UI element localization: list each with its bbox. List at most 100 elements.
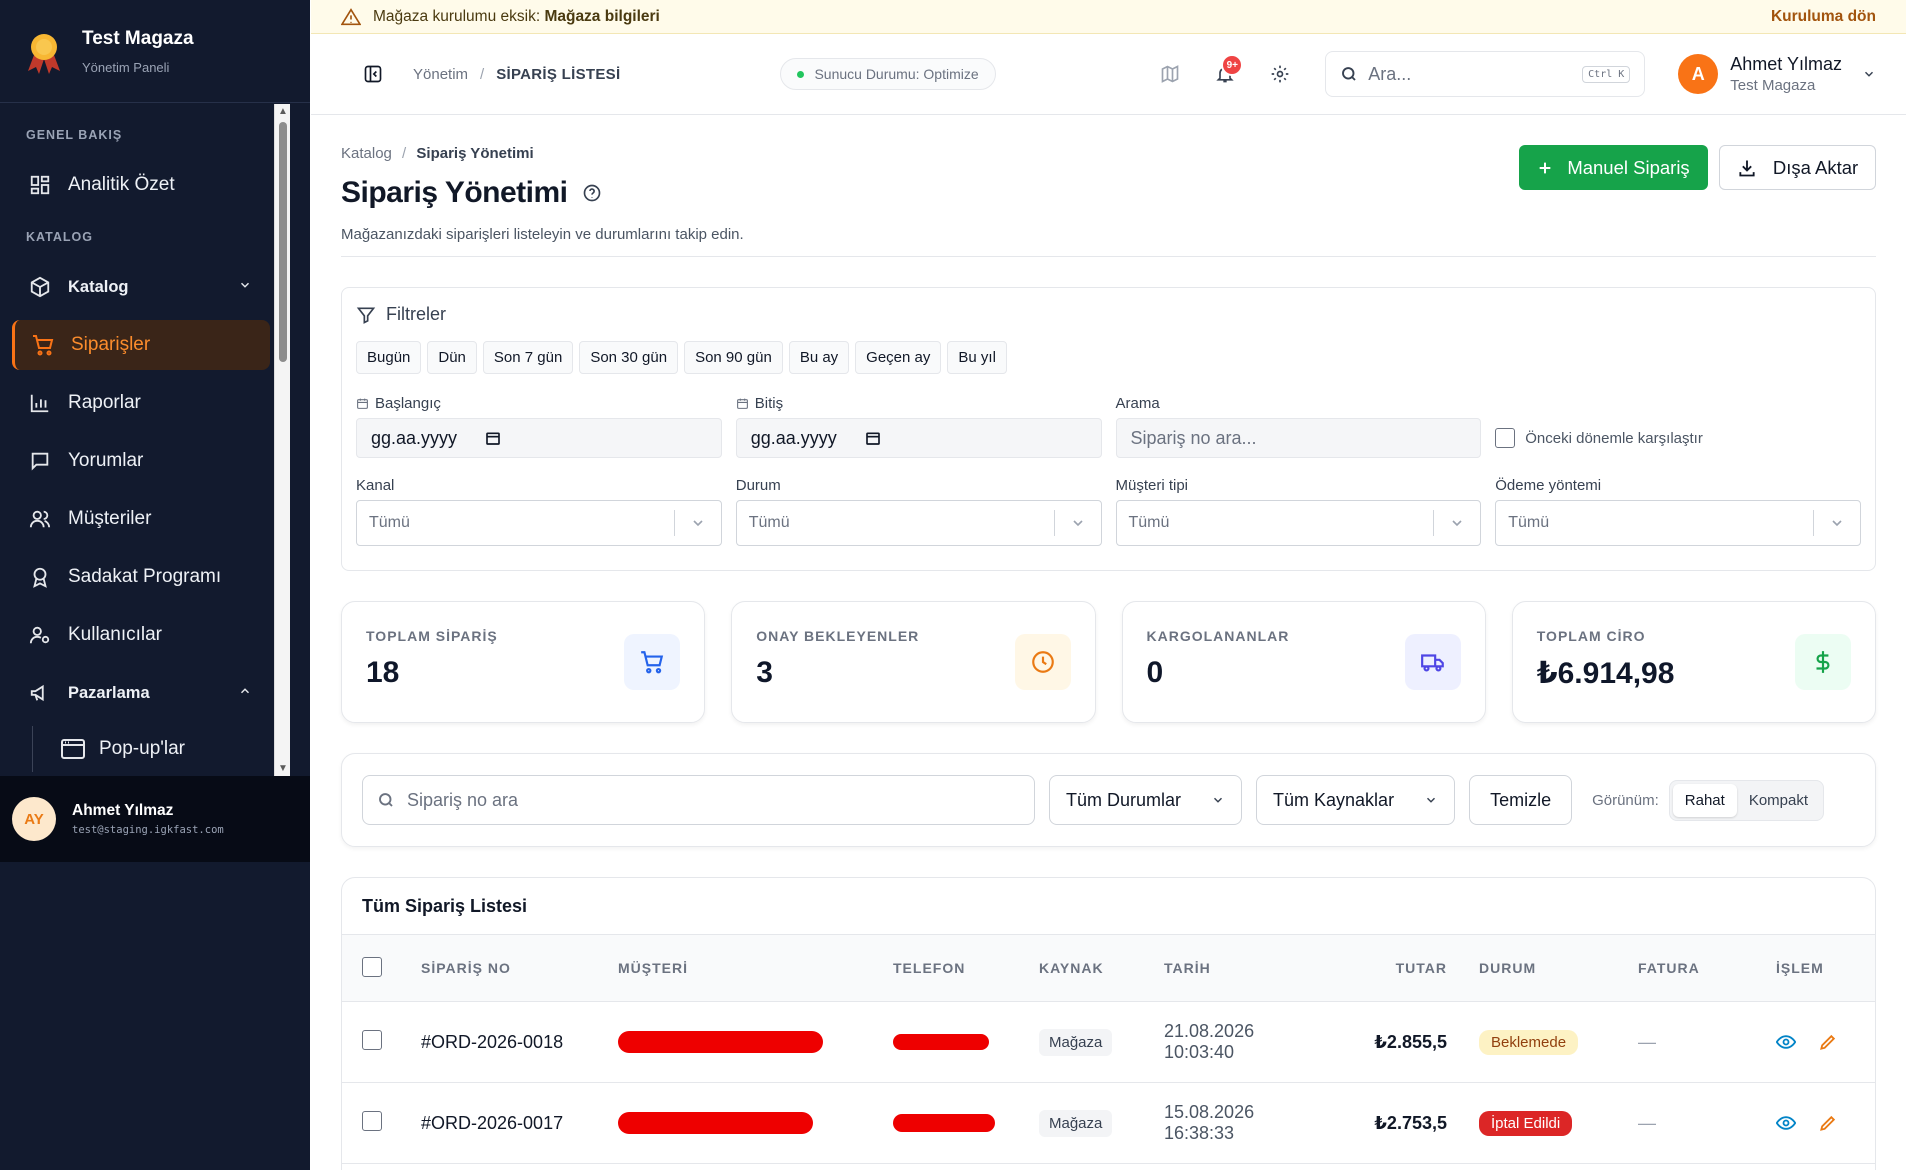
customer-type-select[interactable]: Tümü bbox=[1115, 500, 1482, 546]
sidebar-item-label: Siparişler bbox=[71, 334, 151, 355]
clock-icon bbox=[1014, 634, 1071, 690]
calendar-icon bbox=[356, 397, 369, 410]
plus-icon bbox=[1537, 160, 1553, 176]
dashboard-icon bbox=[26, 171, 54, 199]
orders-search-input[interactable]: Sipariş no ara bbox=[362, 775, 1035, 825]
sidebar-item-catalog[interactable]: Katalog bbox=[12, 262, 270, 312]
sidebar-toggle-icon[interactable] bbox=[363, 64, 383, 84]
sidebar-item-marketing[interactable]: Pazarlama bbox=[12, 668, 270, 718]
status-select[interactable]: Tümü bbox=[735, 500, 1102, 546]
payment-select[interactable]: Tümü bbox=[1495, 500, 1861, 546]
column-header[interactable]: TELEFON bbox=[893, 960, 1039, 976]
sidebar-item-analytics[interactable]: Analitik Özet bbox=[12, 160, 270, 210]
source-filter-dropdown[interactable]: Tüm Kaynaklar bbox=[1256, 775, 1456, 825]
profile-menu[interactable]: A Ahmet Yılmaz Test Magaza bbox=[1678, 54, 1876, 94]
page-title: Sipariş Yönetimi bbox=[341, 176, 568, 209]
global-search-input[interactable]: Ara... Ctrl K bbox=[1325, 51, 1646, 97]
sidebar-item-reviews[interactable]: Yorumlar bbox=[12, 436, 270, 486]
map-button[interactable] bbox=[1150, 54, 1190, 94]
table-row[interactable]: #ORD-2026-0017 Mağaza 15.08.2026 16:38:3… bbox=[342, 1083, 1875, 1164]
calendar-picker-icon[interactable] bbox=[865, 430, 881, 446]
sidebar-item-users[interactable]: Kullanıcılar bbox=[12, 610, 270, 660]
range-chip-yesterday[interactable]: Dün bbox=[427, 341, 477, 374]
eye-icon[interactable] bbox=[1776, 1032, 1796, 1052]
column-header[interactable]: SİPARİŞ NO bbox=[421, 960, 618, 976]
column-header[interactable]: KAYNAK bbox=[1039, 960, 1164, 976]
setup-banner: Mağaza kurulumu eksik: Mağaza bilgileri … bbox=[311, 0, 1906, 34]
notifications-button[interactable]: 9+ bbox=[1205, 54, 1245, 94]
range-chip-30d[interactable]: Son 30 gün bbox=[579, 341, 679, 374]
export-button[interactable]: Dışa Aktar bbox=[1719, 145, 1876, 190]
column-header[interactable]: TARİH bbox=[1164, 960, 1326, 976]
return-setup-link[interactable]: Kuruluma dön bbox=[1771, 8, 1876, 26]
table-row[interactable]: #ORD-2026-0018 Mağaza 21.08.2026 10:03:4… bbox=[342, 1002, 1875, 1083]
breadcrumb-root[interactable]: Yönetim bbox=[413, 66, 468, 83]
range-chip-this-year[interactable]: Bu yıl bbox=[947, 341, 1007, 374]
clear-filters-button[interactable]: Temizle bbox=[1469, 775, 1573, 825]
order-id[interactable]: #ORD-2026-0017 bbox=[421, 1113, 618, 1134]
order-search-field[interactable]: Sipariş no ara... bbox=[1115, 418, 1482, 458]
column-header[interactable]: TUTAR bbox=[1326, 960, 1479, 976]
range-chip-90d[interactable]: Son 90 gün bbox=[684, 341, 783, 374]
settings-button[interactable] bbox=[1260, 54, 1300, 94]
eye-icon[interactable] bbox=[1776, 1113, 1796, 1133]
range-chip-this-month[interactable]: Bu ay bbox=[788, 341, 850, 374]
search-placeholder: Ara... bbox=[1368, 63, 1412, 84]
sidebar-item-label: Müşteriler bbox=[68, 508, 152, 529]
page-breadcrumb-root[interactable]: Katalog bbox=[341, 145, 392, 162]
column-header: İŞLEM bbox=[1776, 960, 1824, 976]
column-header[interactable]: DURUM bbox=[1479, 960, 1638, 976]
sidebar-user[interactable]: AY Ahmet Yılmaz test@staging.igkfast.com bbox=[0, 776, 310, 862]
brand-subtitle: Yönetim Paneli bbox=[82, 59, 170, 75]
order-total: ₺2.753,5 bbox=[1374, 1112, 1447, 1133]
order-id[interactable]: #ORD-2026-0018 bbox=[421, 1032, 618, 1053]
range-chip-today[interactable]: Bugün bbox=[356, 341, 422, 374]
page-header: Katalog / Sipariş Yönetimi Sipariş Yönet… bbox=[341, 145, 1876, 257]
calendar-icon bbox=[736, 397, 749, 410]
column-header[interactable]: MÜŞTERİ bbox=[618, 960, 893, 976]
view-mode-toggle: Rahat Kompakt bbox=[1668, 779, 1825, 821]
manual-order-button[interactable]: Manuel Sipariş bbox=[1519, 145, 1708, 190]
select-all-checkbox[interactable] bbox=[362, 956, 382, 977]
sidebar-item-reports[interactable]: Raporlar bbox=[12, 378, 270, 428]
sidebar-item-customers[interactable]: Müşteriler bbox=[12, 494, 270, 544]
row-checkbox[interactable] bbox=[362, 1110, 382, 1131]
channel-select[interactable]: Tümü bbox=[356, 500, 722, 546]
channel-label: Kanal bbox=[356, 476, 395, 494]
export-label: Dışa Aktar bbox=[1772, 156, 1859, 178]
sidebar-item-label: Raporlar bbox=[68, 392, 141, 413]
row-checkbox[interactable] bbox=[362, 1029, 382, 1050]
pencil-icon[interactable] bbox=[1818, 1113, 1838, 1133]
sidebar-item-loyalty[interactable]: Sadakat Programı bbox=[12, 552, 270, 602]
search-icon bbox=[1340, 65, 1358, 83]
range-chip-last-month[interactable]: Geçen ay bbox=[855, 341, 942, 374]
compare-checkbox[interactable] bbox=[1495, 428, 1516, 448]
source-filter-value: Tüm Kaynaklar bbox=[1273, 789, 1395, 810]
filters-title-text: Filtreler bbox=[386, 304, 447, 324]
sidebar-scrollbar[interactable]: ▲ ▼ bbox=[274, 104, 290, 776]
start-date-field[interactable]: gg.aa.yyyy bbox=[356, 418, 722, 458]
end-date-field[interactable]: gg.aa.yyyy bbox=[735, 418, 1102, 458]
banner-link[interactable]: Mağaza bilgileri bbox=[544, 8, 659, 26]
end-date-label-text: Bitiş bbox=[754, 394, 784, 412]
brand[interactable]: Test Magaza Yönetim Paneli bbox=[0, 0, 310, 103]
payment-value: Tümü bbox=[1508, 514, 1550, 531]
sidebar-item-label: Pop-up'lar bbox=[99, 738, 186, 759]
sidebar-subitem-popups[interactable]: Pop-up'lar bbox=[32, 726, 310, 772]
scrollbar-thumb[interactable] bbox=[279, 122, 287, 362]
status-filter-dropdown[interactable]: Tüm Durumlar bbox=[1049, 775, 1243, 825]
view-option-comfortable[interactable]: Rahat bbox=[1672, 783, 1737, 817]
sidebar-item-orders[interactable]: Siparişler bbox=[12, 320, 270, 370]
help-icon[interactable] bbox=[582, 183, 602, 203]
user-email: test@staging.igkfast.com bbox=[72, 824, 224, 836]
profile-name: Ahmet Yılmaz bbox=[1730, 54, 1842, 74]
column-header[interactable]: FATURA bbox=[1638, 960, 1776, 976]
pencil-icon[interactable] bbox=[1818, 1032, 1838, 1052]
range-chip-7d[interactable]: Son 7 gün bbox=[482, 341, 574, 374]
view-option-compact[interactable]: Kompakt bbox=[1737, 784, 1820, 817]
scroll-down-icon[interactable]: ▼ bbox=[278, 763, 288, 774]
topbar: Yönetim / SİPARİŞ LİSTESİ Sunucu Durumu:… bbox=[311, 34, 1906, 115]
scroll-up-icon[interactable]: ▲ bbox=[278, 106, 288, 117]
quick-range-chips: Bugün Dün Son 7 gün Son 30 gün Son 90 gü… bbox=[356, 341, 1861, 374]
calendar-picker-icon[interactable] bbox=[485, 430, 501, 446]
